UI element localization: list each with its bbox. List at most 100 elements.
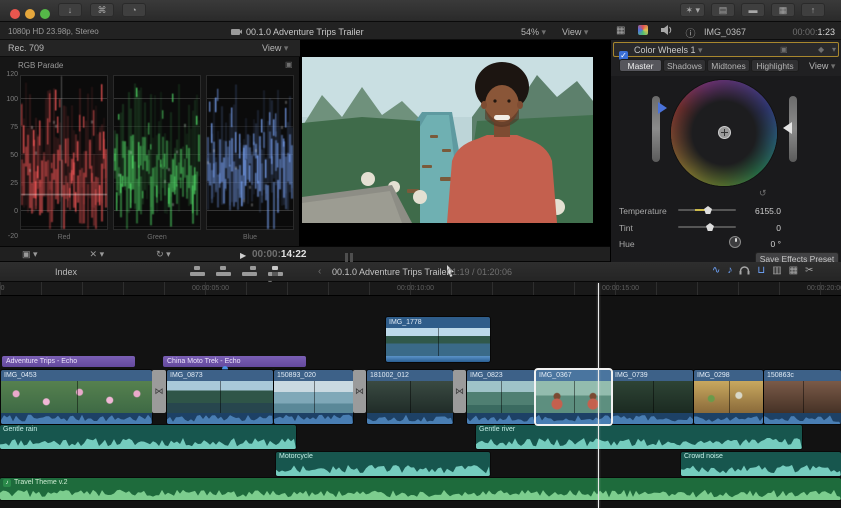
insert-edit-icon[interactable] bbox=[216, 265, 231, 277]
scope-scale-label: -20 bbox=[2, 233, 18, 240]
connected-clip[interactable]: IMG_1778 bbox=[386, 317, 490, 362]
ruler-tick bbox=[492, 282, 493, 296]
retime-menu-icon[interactable]: ↻ ▾ bbox=[156, 249, 171, 260]
clip-audio-waveform bbox=[1, 413, 152, 424]
timeline-appearance-icon[interactable]: ▥ bbox=[772, 265, 781, 276]
index-button[interactable]: Index bbox=[55, 267, 77, 277]
storyline-clip[interactable]: 181002_012 bbox=[367, 370, 453, 424]
tab-midtones[interactable]: Midtones bbox=[707, 59, 750, 72]
audio-clip[interactable]: Motorcycle bbox=[276, 452, 490, 476]
storyline-clip[interactable]: 150893_020 bbox=[274, 370, 353, 424]
effect-row[interactable]: ✓ Color Wheels 1 ▾ ▣ ◆ ▾ bbox=[613, 42, 839, 57]
reset-icon[interactable]: ↺ bbox=[759, 188, 767, 199]
viewer-zoom-menu[interactable]: 54% ▾ bbox=[521, 27, 546, 38]
ruler-tick bbox=[82, 282, 83, 296]
audio-clip[interactable]: Crowd noise bbox=[681, 452, 841, 476]
keyword-editor-icon[interactable]: ⌘ bbox=[90, 3, 114, 17]
storyline-clip[interactable]: IMG_0873 bbox=[167, 370, 273, 424]
timecode-display-icon[interactable]: ▬ bbox=[741, 3, 765, 17]
timeline-ruler[interactable]: 00:0000:00:05:0000:00:10:0000:00:15:0000… bbox=[0, 282, 841, 296]
tab-highlights[interactable]: Highlights bbox=[751, 59, 799, 72]
color-inspector-icon[interactable] bbox=[638, 25, 648, 38]
scope-graph-red bbox=[20, 75, 108, 230]
slider-value-hue: 0 ° bbox=[711, 239, 781, 249]
ruler-tick bbox=[451, 282, 452, 296]
chevron-down-icon[interactable]: ▾ bbox=[832, 45, 836, 54]
title-clip[interactable]: Adventure Trips - Echo bbox=[2, 356, 135, 367]
keyframe-icon[interactable]: ◆ bbox=[818, 45, 824, 54]
playhead[interactable] bbox=[598, 283, 599, 508]
info-inspector-icon[interactable]: ⓘ bbox=[685, 25, 695, 40]
timeline-project-title[interactable]: 00.1.0 Adventure Trips Trailer bbox=[332, 267, 450, 277]
scopes-view-menu[interactable]: View ▾ bbox=[262, 43, 288, 54]
connect-edit-icon[interactable] bbox=[190, 265, 205, 277]
slider-value-tint: 0 bbox=[711, 223, 781, 233]
transition-clip[interactable]: ⋈ bbox=[353, 370, 366, 413]
snapping-toggle-icon[interactable]: ⊔ bbox=[757, 265, 765, 276]
clip-thumbnails bbox=[536, 381, 611, 413]
storyline-clip-selected[interactable]: IMG_0367 bbox=[536, 370, 611, 424]
scope-scale-label: 25 bbox=[2, 180, 18, 187]
slider-value-temp: 6155.0 bbox=[711, 206, 781, 216]
append-edit-icon[interactable] bbox=[242, 265, 257, 277]
storyline-clip[interactable]: 150863c bbox=[764, 370, 841, 424]
transition-clip[interactable]: ⋈ bbox=[152, 370, 166, 413]
view-options-icon[interactable]: ▣ ▾ bbox=[22, 249, 38, 260]
brightness-handle-left[interactable] bbox=[658, 102, 667, 114]
storyline-clip[interactable]: IMG_0453 bbox=[1, 370, 152, 424]
clip-audio-waveform bbox=[536, 413, 611, 424]
wheels-view-menu[interactable]: View ▾ bbox=[809, 61, 835, 72]
clip-thumbnails bbox=[764, 381, 841, 413]
music-waveform bbox=[0, 488, 841, 500]
video-inspector-icon[interactable]: ▦ bbox=[616, 25, 625, 36]
title-clip[interactable]: China Moto Trek - Echo bbox=[163, 356, 306, 367]
storyline-clip[interactable]: IMG_0739 bbox=[612, 370, 693, 424]
titlebar-left-tools: ↓ ⌘ ◔ bbox=[58, 3, 154, 21]
audio-clip[interactable]: Gentle rain bbox=[0, 425, 296, 449]
effect-name-menu[interactable]: Color Wheels 1 ▾ bbox=[634, 45, 703, 56]
minimize-window-button[interactable] bbox=[25, 9, 35, 19]
clip-appearance-icon[interactable]: ▦ bbox=[789, 265, 798, 276]
music-clip[interactable]: ♪Travel Theme v.2 bbox=[0, 478, 841, 500]
play-button[interactable]: ▶ bbox=[240, 251, 246, 260]
clip-thumbnails bbox=[612, 381, 693, 413]
effect-mask-icon[interactable]: ▣ bbox=[780, 45, 788, 54]
transition-clip[interactable]: ⋈ bbox=[453, 370, 466, 413]
ruler-timecode: 00:00 bbox=[0, 285, 5, 292]
scope-expand-icon[interactable]: ▣ bbox=[285, 60, 293, 69]
tab-shadows[interactable]: Shadows bbox=[663, 59, 706, 72]
ruler-timecode: 00:00:05:00 bbox=[192, 285, 229, 292]
back-chevron-icon[interactable]: ‹ bbox=[318, 266, 321, 277]
blade-tool-icon[interactable]: ✂ bbox=[805, 265, 813, 276]
media-format-label: 1080p HD 23.98p, Stereo bbox=[8, 27, 99, 36]
color-wheel-puck[interactable] bbox=[718, 126, 731, 139]
brightness-handle-right[interactable] bbox=[783, 122, 792, 134]
ruler-tick bbox=[246, 282, 247, 296]
timeline-toolbar: Index ▾ ▾ ‹ 00.1.0 Adventure Trips Trail… bbox=[0, 262, 841, 282]
audio-inspector-icon[interactable] bbox=[661, 25, 672, 35]
background-tasks-icon[interactable]: ◔ bbox=[122, 3, 146, 17]
ruler-timecode: 00:00:10:00 bbox=[397, 285, 434, 292]
solo-toggle-icon[interactable] bbox=[739, 265, 750, 275]
media-browser-icon[interactable]: ▤ bbox=[711, 3, 735, 17]
effects-browser-icon[interactable]: ✶ ▾ bbox=[680, 3, 705, 17]
skimming-toggle-icon[interactable]: ∿ bbox=[712, 265, 720, 276]
ruler-tick bbox=[656, 282, 657, 296]
scope-graph-green bbox=[113, 75, 201, 230]
timeline-index-icon[interactable]: ▦ bbox=[771, 3, 795, 17]
zoom-window-button[interactable] bbox=[40, 9, 50, 19]
tab-master[interactable]: Master bbox=[619, 59, 662, 72]
storyline-clip[interactable]: IMG_0298 bbox=[694, 370, 763, 424]
storyline-clip[interactable]: IMG_0823 bbox=[467, 370, 535, 424]
close-window-button[interactable] bbox=[10, 9, 20, 19]
viewer-timecode: 00:00:14:22 bbox=[252, 249, 306, 260]
viewer-view-menu[interactable]: View ▾ bbox=[562, 27, 588, 38]
audio-clip[interactable]: Gentle river bbox=[476, 425, 802, 449]
header-bar: 1080p HD 23.98p, Stereo 00.1.0 Adventure… bbox=[0, 22, 841, 40]
audio-skimming-toggle-icon[interactable]: ♪ bbox=[727, 265, 732, 276]
import-media-icon[interactable]: ↓ bbox=[58, 3, 82, 17]
scope-scale-label: 120 bbox=[2, 71, 18, 78]
tool-menu-icon[interactable]: ✕ ▾ bbox=[90, 249, 105, 260]
share-icon[interactable]: ↑ bbox=[801, 3, 825, 17]
clip-audio-waveform bbox=[467, 413, 535, 424]
